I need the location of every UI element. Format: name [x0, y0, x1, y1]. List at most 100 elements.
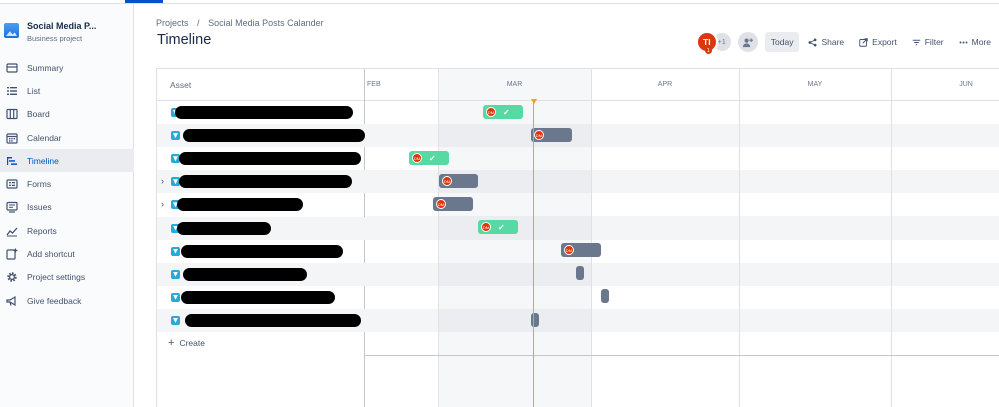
asset-row[interactable] — [157, 101, 365, 124]
avatar-badge: 1 — [704, 47, 712, 54]
sidebar-item-label: Add shortcut — [27, 249, 75, 260]
current-month-shade — [438, 69, 591, 407]
sidebar-item-timeline[interactable]: Timeline — [0, 149, 134, 173]
sidebar-item-label: Timeline — [27, 155, 59, 166]
today-line — [533, 101, 534, 407]
more-label: More — [971, 37, 991, 47]
page-title: Timeline — [157, 32, 212, 48]
breadcrumb-project-link[interactable]: Social Media Posts Calander — [208, 18, 324, 28]
asset-row[interactable]: › — [157, 193, 365, 216]
month-divider — [438, 69, 439, 407]
export-button[interactable]: Export — [853, 32, 903, 52]
sidebar-item-summary[interactable]: Summary — [0, 56, 134, 79]
sidebar-item-label: Issues — [27, 202, 52, 213]
timeline-bar[interactable]: DM — [439, 174, 478, 188]
project-type: Business project — [27, 34, 83, 43]
sidebar-item-issues[interactable]: Issues — [0, 196, 134, 219]
forms-icon — [6, 178, 18, 190]
filter-button[interactable]: Filter — [906, 32, 950, 52]
asset-row[interactable] — [157, 147, 365, 170]
month-header-apr: APR — [591, 69, 739, 101]
chevron-right-icon[interactable]: › — [161, 199, 164, 209]
sidebar-item-label: Forms — [27, 179, 52, 190]
breadcrumb-projects-link[interactable]: Projects — [156, 18, 189, 28]
sidebar-item-calendar[interactable]: Calendar — [0, 126, 134, 149]
more-icon — [959, 41, 968, 43]
sidebar-item-reports[interactable]: Reports — [0, 219, 134, 242]
assignee-avatar: DM — [534, 130, 544, 140]
timeline-bar[interactable] — [601, 289, 609, 303]
redacted-text — [181, 244, 343, 258]
share-button[interactable]: Share — [802, 32, 850, 52]
asset-row[interactable] — [157, 240, 365, 263]
redacted-text — [175, 106, 353, 119]
sidebar-item-label: Calendar — [27, 132, 62, 143]
issues-icon — [6, 201, 18, 214]
create-label: Create — [179, 338, 205, 348]
toolbar: +1 TI 1 Today Share Export Filter More — [695, 31, 997, 54]
asset-row[interactable] — [157, 216, 365, 240]
assignee-avatar: DM — [442, 176, 452, 186]
asset-row[interactable] — [157, 308, 365, 332]
task-type-icon — [171, 131, 180, 141]
export-label: Export — [872, 37, 897, 47]
month-header-mar: MAR — [438, 69, 591, 101]
sidebar-item-label: Board — [27, 109, 50, 120]
timeline-bar[interactable]: DM — [531, 128, 572, 142]
redacted-text — [177, 198, 303, 212]
chevron-right-icon[interactable]: › — [161, 176, 164, 186]
asset-row[interactable] — [157, 262, 365, 286]
month-header-may: MAY — [739, 69, 891, 101]
project-logo-icon — [4, 23, 19, 38]
today-button[interactable]: Today — [764, 32, 800, 52]
sidebar-item-add-shortcut[interactable]: Add shortcut — [0, 242, 134, 265]
export-icon — [859, 37, 868, 47]
add-person-icon — [743, 37, 754, 47]
reports-icon — [6, 225, 18, 237]
asset-row[interactable] — [157, 124, 365, 148]
avatar-group: +1 TI 1 — [695, 31, 762, 54]
sidebar-item-list[interactable]: List — [0, 79, 134, 102]
share-icon — [808, 38, 817, 46]
plus-icon: + — [168, 337, 175, 349]
project-header[interactable]: Social Media P... Business project — [4, 21, 132, 47]
breadcrumb: Projects / Social Media Posts Calander — [156, 18, 330, 28]
sidebar-item-label: List — [27, 85, 41, 96]
redacted-text — [177, 221, 271, 235]
timeline-view: FEB MAR APR MAY JUN DM ✓ DM DM ✓ DM DM DM ✓… — [156, 68, 999, 407]
task-type-icon — [171, 246, 180, 256]
sidebar-item-label: Give feedback — [27, 295, 82, 306]
more-button[interactable]: More — [953, 32, 997, 52]
sidebar-nav: Summary List Board Calendar Timeline For… — [0, 56, 134, 312]
sidebar-item-board[interactable]: Board — [0, 103, 134, 126]
project-name: Social Media P... — [27, 21, 97, 31]
timeline-bar[interactable]: DM ✓ — [478, 220, 518, 234]
add-people-button[interactable] — [737, 32, 758, 52]
list-icon — [6, 85, 18, 97]
create-button[interactable]: + Create — [168, 337, 205, 349]
sidebar-item-project-settings[interactable]: Project settings — [0, 266, 134, 289]
breadcrumb-separator: / — [197, 18, 200, 28]
timeline-bar[interactable] — [576, 266, 584, 280]
sidebar-item-forms[interactable]: Forms — [0, 172, 134, 195]
timeline-bar[interactable]: DM ✓ — [409, 151, 449, 165]
timeline-bar[interactable]: DM ✓ — [483, 105, 523, 119]
asset-column-header: Asset — [157, 69, 364, 101]
asset-row[interactable]: › — [157, 170, 365, 194]
month-divider — [591, 69, 592, 407]
sidebar-item-give-feedback[interactable]: Give feedback — [0, 289, 134, 312]
filter-label: Filter — [924, 37, 944, 47]
asset-row[interactable] — [157, 286, 365, 309]
megaphone-icon — [6, 295, 18, 307]
timeline-bar[interactable]: DM — [433, 197, 473, 211]
sidebar: Social Media P... Business project Summa… — [0, 4, 134, 407]
assignee-avatar: DM — [564, 245, 574, 255]
done-check-icon: ✓ — [429, 153, 436, 163]
timeline-bar[interactable]: DM — [561, 243, 601, 257]
redacted-text — [179, 152, 361, 166]
redacted-text — [185, 313, 361, 327]
month-divider — [739, 69, 740, 407]
calendar-icon — [6, 132, 18, 144]
share-label: Share — [821, 37, 845, 47]
sidebar-item-label: Project settings — [27, 272, 86, 283]
